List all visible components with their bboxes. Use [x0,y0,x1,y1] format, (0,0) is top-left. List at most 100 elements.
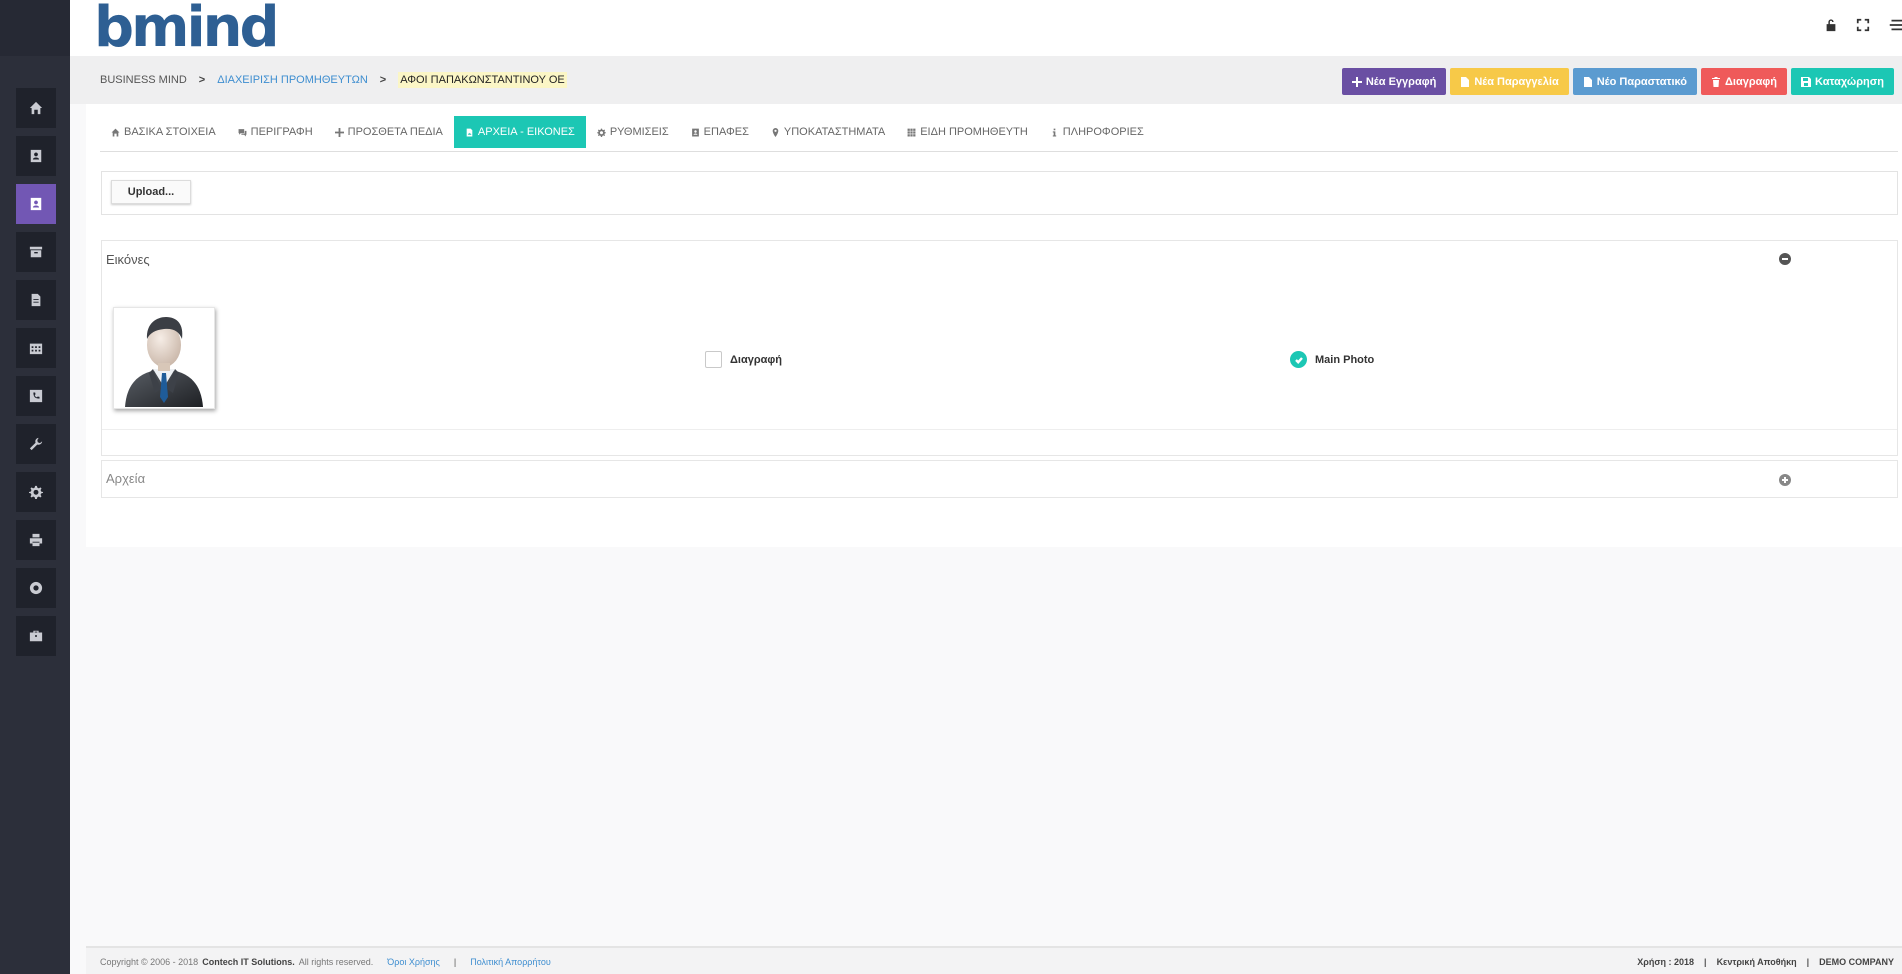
main-panel: ΒΑΣΙΚΑ ΣΤΟΙΧΕΙΑ ΠΕΡΙΓΡΑΦΗ ΠΡΟΣΘΕΤΑ ΠΕΔΙΑ… [86,104,1902,547]
tab-basic-info[interactable]: ΒΑΣΙΚΑ ΣΤΟΙΧΕΙΑ [100,116,227,148]
sidebar-item-print[interactable] [16,520,56,560]
tab-description[interactable]: ΠΕΡΙΓΡΑΦΗ [227,116,324,148]
sidebar-item-suppliers[interactable] [16,184,56,224]
archive-box-icon [29,246,43,258]
breadcrumb-bar: BUSINESS MIND > ΔΙΑΧΕΙΡΙΣΗ ΠΡΟΜΗΘΕΥΤΩΝ >… [70,56,1902,104]
contact-card-icon [30,149,42,163]
new-record-label: Νέα Εγγραφή [1365,75,1437,88]
unlock-icon[interactable] [1824,18,1838,32]
tab-label: ΒΑΣΙΚΑ ΣΤΟΙΧΕΙΑ [124,126,216,138]
tab-label: ΠΡΟΣΘΕΤΑ ΠΕΔΙΑ [347,126,443,138]
grid-icon [907,128,916,136]
delete-checkbox-wrapper: Διαγραφή [705,351,782,368]
tab-supplier-items[interactable]: ΕΙΔΗ ΠΡΟΜΗΘΕΥΤΗ [896,116,1039,148]
new-order-button[interactable]: Νέα Παραγγελία [1450,68,1569,95]
sidebar-item-contacts[interactable] [16,136,56,176]
file-icon [1583,76,1592,87]
tab-settings[interactable]: ΡΥΘΜΙΣΕΙΣ [586,116,680,148]
collapse-icon[interactable] [1779,253,1791,265]
save-button[interactable]: Καταχώρηση [1791,68,1894,95]
contact-card-icon [691,128,699,136]
delete-button[interactable]: Διαγραφή [1701,68,1788,95]
tab-branches[interactable]: ΥΠΟΚΑΤΑΣΤΗΜΑΤΑ [760,116,896,148]
breadcrumb-root[interactable]: BUSINESS MIND [100,74,187,86]
sidebar-item-home[interactable] [16,88,56,128]
delete-label: Διαγραφή [1725,75,1778,88]
save-label: Καταχώρηση [1815,75,1884,88]
fiscal-year[interactable]: Χρήση : 2018 [1637,957,1694,967]
tab-label: ΥΠΟΚΑΤΑΣΤΗΜΑΤΑ [783,126,886,138]
images-section-title: Εικόνες [106,252,150,267]
sidebar-item-documents[interactable] [16,280,56,320]
tab-label: ΡΥΘΜΙΣΕΙΣ [609,126,669,138]
new-document-label: Νέο Παραστατικό [1596,75,1688,88]
new-record-button[interactable]: Νέα Εγγραφή [1341,68,1447,95]
tab-extra-fields[interactable]: ΠΡΟΣΘΕΤΑ ΠΕΔΙΑ [324,116,454,148]
file-icon [1461,76,1470,87]
supplier-contact-icon [30,197,42,211]
fullscreen-icon[interactable] [1856,18,1870,32]
breadcrumb-separator: > [379,74,387,86]
document-icon [31,293,41,307]
home-icon [111,128,120,136]
sidebar-item-support[interactable] [16,568,56,608]
new-order-label: Νέα Παραγγελία [1474,75,1559,88]
sidebar-item-tools[interactable] [16,424,56,464]
menu-icon[interactable] [1888,18,1902,32]
sidebar-item-business[interactable] [16,616,56,656]
map-marker-icon [772,127,779,137]
tab-label: ΕΠΑΦΕΣ [703,126,749,138]
tab-label: ΕΙΔΗ ΠΡΟΜΗΘΕΥΤΗ [920,126,1028,138]
delete-checkbox[interactable] [705,351,722,368]
main-photo-label: Main Photo [1315,353,1375,366]
plus-icon [334,127,344,137]
expand-icon[interactable] [1779,474,1791,486]
sidebar-item-settings[interactable] [16,472,56,512]
terms-link[interactable]: Όροι Χρήσης [387,957,440,967]
file-image-icon [466,128,473,136]
lifebuoy-icon [29,581,43,595]
images-section: Εικόνες Διαγραφή Main Photo [101,240,1898,456]
tab-label: ΠΛΗΡΟΦΟΡΙΕΣ [1062,126,1144,138]
gear-icon [596,128,606,137]
tab-info[interactable]: ΠΛΗΡΟΦΟΡΙΕΣ [1039,116,1155,148]
main-photo-checkbox[interactable] [1290,351,1307,368]
top-icons [1824,18,1902,32]
businessman-avatar-icon [125,317,203,407]
briefcase-icon [29,630,43,642]
trash-icon [1712,76,1721,87]
logo[interactable]: bmind [94,0,280,60]
warehouse-name[interactable]: Κεντρική Αποθήκη [1717,957,1797,967]
sidebar-item-archive[interactable] [16,232,56,272]
breadcrumb-current: ΑΦΟΙ ΠΑΠΑΚΩΝΣΤΑΝΤΙΝΟΥ ΟΕ [398,72,567,88]
sidebar-item-phone[interactable] [16,376,56,416]
check-icon [1294,356,1303,364]
calendar-icon [29,343,43,355]
tab-label: ΠΕΡΙΓΡΑΦΗ [250,126,313,138]
image-thumbnail[interactable] [113,307,215,409]
copyright-text: Copyright © 2006 - 2018 [100,957,199,967]
divider [102,429,1897,430]
tab-label: ΑΡΧΕΙΑ - ΕΙΚΟΝΕΣ [477,126,575,138]
tab-contacts[interactable]: ΕΠΑΦΕΣ [680,116,760,148]
floppy-icon [1801,76,1812,87]
upload-button[interactable]: Upload... [111,180,191,204]
plus-icon [1351,76,1362,87]
breadcrumb-section[interactable]: ΔΙΑΧΕΙΡΙΣΗ ΠΡΟΜΗΘΕΥΤΩΝ [217,74,368,86]
footer-separator: | [453,957,457,967]
privacy-link[interactable]: Πολιτική Απορρήτου [470,957,551,967]
footer-right: Χρήση : 2018 | Κεντρική Αποθήκη | DEMO C… [1637,957,1894,967]
sidebar [0,0,70,974]
new-document-button[interactable]: Νέο Παραστατικό [1572,68,1698,95]
copyright-company: Contech IT Solutions. [202,957,295,967]
info-icon [1052,128,1056,136]
company-name[interactable]: DEMO COMPANY [1819,957,1894,967]
tab-files-images[interactable]: ΑΡΧΕΙΑ - ΕΙΚΟΝΕΣ [453,116,586,148]
logo-text: bmind [94,0,280,60]
copyright-rights: All rights reserved. [298,957,374,967]
tab-bar: ΒΑΣΙΚΑ ΣΤΟΙΧΕΙΑ ΠΕΡΙΓΡΑΦΗ ΠΡΟΣΘΕΤΑ ΠΕΔΙΑ… [100,116,1898,152]
sidebar-item-calendar[interactable] [16,328,56,368]
sidebar-header [0,0,70,56]
files-section: Αρχεία [101,460,1898,498]
comments-icon [238,128,247,136]
